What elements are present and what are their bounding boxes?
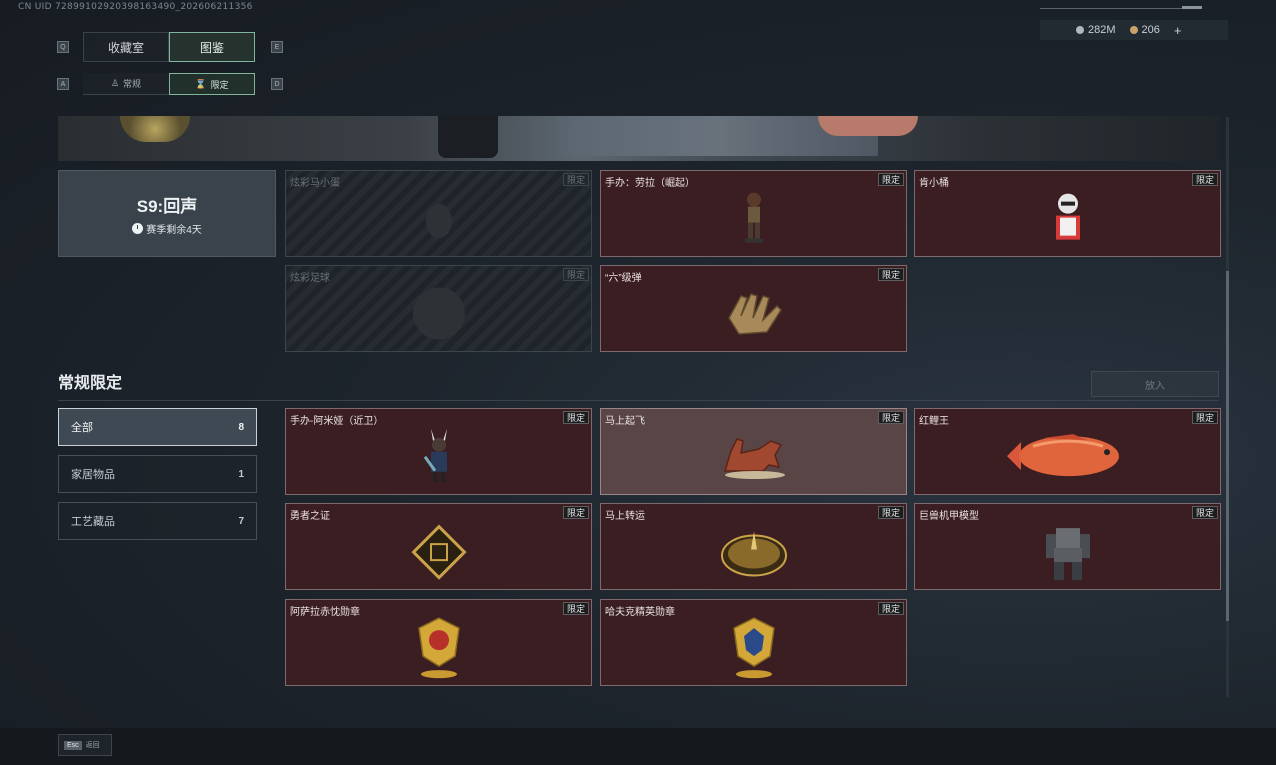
add-currency-button[interactable]: +	[1174, 23, 1182, 38]
filter-label: 家居物品	[71, 469, 115, 481]
season-remaining-text: 赛季剩余4天	[146, 224, 202, 236]
item-card[interactable]: 阿萨拉赤忱勋章 限定	[285, 599, 592, 686]
item-card[interactable]: 肯小桶 限定	[914, 170, 1221, 257]
section-divider	[58, 400, 1219, 401]
limited-badge: 限定	[562, 268, 589, 281]
limited-badge: 限定	[1191, 506, 1218, 519]
filter-all[interactable]: 全部 8	[58, 408, 257, 446]
tab-codex[interactable]: 图鉴	[169, 32, 255, 62]
filter-home-items[interactable]: 家居物品 1	[58, 455, 257, 493]
uid-text: CN UID 7289910292039816349​0_20260621135…	[18, 2, 253, 12]
fortune-wheel-icon	[719, 523, 789, 579]
item-name: 阿萨拉赤忱勋章	[290, 607, 360, 618]
limited-badge: 限定	[1191, 173, 1218, 186]
limited-badge: 限定	[562, 173, 589, 186]
item-name: 炫彩足球	[290, 273, 330, 284]
medal-red-icon	[413, 616, 465, 680]
item-card[interactable]: “六”级弹 限定	[600, 265, 907, 352]
key-hint-a: A	[57, 78, 69, 90]
item-name: 肯小桶	[919, 178, 949, 189]
item-name: 马上起飞	[605, 416, 645, 427]
footer-bar	[0, 728, 1276, 765]
item-card[interactable]: 手办：劳拉（崛起） 限定	[600, 170, 907, 257]
subtab-limited-label: 限定	[210, 79, 229, 90]
season-card[interactable]: S9:回声 赛季剩余4天	[58, 170, 276, 257]
limited-badge: 限定	[562, 411, 589, 424]
hero-badge-icon	[407, 520, 471, 584]
filter-count: 7	[238, 515, 244, 527]
figure-icon	[739, 189, 769, 247]
item-card[interactable]: 红鲤王 限定	[914, 408, 1221, 495]
limited-badge: 限定	[877, 506, 904, 519]
main-tabs: 收藏室 图鉴	[83, 32, 255, 62]
token-icon	[1129, 26, 1138, 34]
filter-count: 8	[238, 421, 244, 433]
scrollbar-thumb[interactable]	[1226, 271, 1229, 621]
back-label: 返回	[85, 742, 100, 749]
bucket-figure-icon	[1048, 189, 1088, 247]
locked-football-icon	[411, 285, 467, 341]
back-button[interactable]: Esc 返回	[58, 734, 112, 756]
mech-model-icon	[1036, 520, 1100, 584]
medal-blue-icon	[728, 616, 780, 680]
item-card[interactable]: 哈夫克精英勋章 限定	[600, 599, 907, 686]
item-name: 炫彩马小蛋	[290, 178, 340, 189]
item-card[interactable]: 炫彩马小蛋 限定	[285, 170, 592, 257]
filter-label: 工艺藏品	[71, 516, 115, 528]
item-name: 哈夫克精英勋章	[605, 607, 675, 618]
limited-badge: 限定	[877, 173, 904, 186]
key-hint-d: D	[271, 78, 283, 90]
bullet-hand-icon	[721, 288, 787, 338]
item-card[interactable]: 炫彩足球 限定	[285, 265, 592, 352]
subtab-limited[interactable]: ⌛ 限定	[169, 73, 255, 95]
item-name: 手办：劳拉（崛起）	[605, 178, 695, 189]
esc-key-icon: Esc	[64, 740, 82, 750]
key-hint-e: E	[271, 41, 283, 53]
limited-badge: 限定	[562, 602, 589, 615]
item-name: 勇者之证	[290, 511, 330, 522]
limited-badge: 限定	[562, 506, 589, 519]
currency-secondary: 206	[1129, 24, 1160, 36]
subtab-regular-label: 常规	[123, 79, 142, 89]
top-divider	[1040, 8, 1200, 9]
top-indicator	[1182, 6, 1202, 9]
season-banner-image	[58, 116, 1219, 161]
item-card[interactable]: 马上转运 限定	[600, 503, 907, 590]
season-title: S9:回声	[136, 196, 198, 216]
sub-tabs: ♙ 常规 ⌛ 限定	[83, 73, 255, 95]
limited-badge: 限定	[1191, 411, 1218, 424]
regular-icon: ♙	[110, 78, 120, 88]
item-name: 马上转运	[605, 511, 645, 522]
limited-badge: 限定	[877, 602, 904, 615]
clock-icon	[132, 222, 144, 234]
tab-collection-room[interactable]: 收藏室	[83, 32, 169, 62]
coin-icon	[1076, 26, 1084, 34]
amiya-figure-icon	[421, 426, 457, 486]
item-card[interactable]: 马上起飞 限定	[600, 408, 907, 495]
item-card[interactable]: 手办-阿米娅（近卫） 限定	[285, 408, 592, 495]
currency-bar: 282M 206 +	[1040, 20, 1228, 40]
season-remaining: 赛季剩余4天	[132, 221, 202, 236]
limited-badge: 限定	[877, 268, 904, 281]
filter-label: 全部	[71, 422, 93, 434]
horse-statue-icon	[719, 431, 789, 481]
limited-badge: 限定	[877, 411, 904, 424]
filter-craft-items[interactable]: 工艺藏品 7	[58, 502, 257, 540]
locked-egg-icon	[419, 193, 459, 243]
currency-primary: 282M	[1076, 24, 1116, 36]
subtab-regular[interactable]: ♙ 常规	[83, 73, 169, 95]
item-name: 红鲤王	[919, 416, 949, 427]
red-carp-icon	[1003, 430, 1133, 482]
item-name: 手办-阿米娅（近卫）	[290, 416, 384, 427]
filter-count: 1	[238, 468, 244, 480]
item-name: “六”级弹	[605, 273, 642, 284]
item-card[interactable]: 勇者之证 限定	[285, 503, 592, 590]
item-card[interactable]: 巨兽机甲模型 限定	[914, 503, 1221, 590]
item-name: 巨兽机甲模型	[919, 511, 979, 522]
place-button[interactable]: 放入	[1091, 371, 1219, 397]
section-title: 常规限定	[58, 375, 123, 392]
limited-icon: ⌛	[195, 78, 207, 89]
key-hint-q: Q	[57, 41, 69, 53]
